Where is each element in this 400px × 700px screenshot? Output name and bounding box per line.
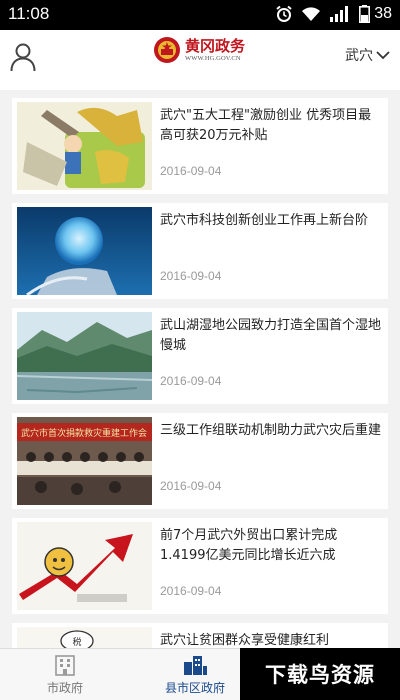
svg-text:税: 税 (72, 636, 81, 648)
status-bar: 11:08 38 (0, 0, 400, 30)
alarm-icon (276, 5, 292, 22)
wifi-icon (302, 7, 321, 21)
district-selector[interactable]: 武穴 (345, 45, 390, 65)
news-date: 2016-09-04 (160, 584, 222, 598)
status-time: 11:08 (8, 4, 50, 23)
user-profile-icon[interactable] (10, 42, 36, 72)
news-item[interactable]: 税 武穴让贫困群众享受健康红利 (12, 623, 388, 648)
news-list[interactable]: 武穴"五大工程"激励创业 优秀项目最高可获20万元补贴 2016-09-04 武… (0, 90, 400, 648)
news-title: 三级工作组联动机制助力武穴灾后重建 (160, 423, 382, 438)
city-icon (184, 656, 207, 675)
news-title: 武山湖湿地公园致力打造全国首个湿地慢城 (160, 318, 382, 353)
news-date: 2016-09-04 (160, 269, 222, 283)
news-title: 武穴让贫困群众享受健康红利 (160, 633, 330, 648)
news-title: 武穴"五大工程"激励创业 优秀项目最高可获20万元补贴 (160, 108, 372, 143)
logo-title: 黄冈政务 (185, 37, 246, 55)
app-header: 黄冈政务 WWW.HG.GOV.CN 武穴 (0, 30, 400, 90)
district-label: 武穴 (345, 48, 373, 64)
news-thumbnail-tax: 税 (17, 627, 152, 648)
national-emblem-icon (154, 37, 180, 63)
watermark-overlay: 下载鸟资源 (240, 648, 400, 700)
battery-indicator: 38 (359, 5, 392, 23)
news-thumbnail-entrepreneurship (17, 102, 152, 190)
banner-text: 武穴市首次捐款救灾重建工作会 (21, 427, 147, 439)
news-date: 2016-09-04 (160, 374, 222, 388)
app-logo: 黄冈政务 WWW.HG.GOV.CN (153, 36, 245, 64)
tab-label: 县市区政府 (164, 681, 225, 695)
news-item[interactable]: 武山湖湿地公园致力打造全国首个湿地慢城 2016-09-04 (12, 308, 388, 404)
battery-icon (359, 5, 371, 23)
news-item[interactable]: 武穴市科技创新创业工作再上新台阶 2016-09-04 (12, 203, 388, 299)
news-date: 2016-09-04 (160, 164, 222, 178)
news-date: 2016-09-04 (160, 479, 222, 493)
news-thumbnail-meeting: 武穴市首次捐款救灾重建工作会 (17, 417, 152, 505)
signal-icon (330, 6, 349, 22)
news-thumbnail-globe (17, 207, 152, 295)
news-thumbnail-growth (17, 522, 152, 610)
battery-level: 38 (374, 5, 392, 22)
news-item[interactable]: 武穴市首次捐款救灾重建工作会 三级工作组联动机制助力武穴灾后重建 2016-09… (12, 413, 388, 509)
news-item[interactable]: 武穴"五大工程"激励创业 优秀项目最高可获20万元补贴 2016-09-04 (12, 98, 388, 194)
news-thumbnail-wetland (17, 312, 152, 400)
news-item[interactable]: 前7个月武穴外贸出口累计完成1.4199亿美元同比增长近六成 2016-09-0… (12, 518, 388, 614)
building-icon (55, 655, 75, 676)
logo-url: WWW.HG.GOV.CN (185, 55, 241, 62)
news-title: 前7个月武穴外贸出口累计完成1.4199亿美元同比增长近六成 (160, 528, 338, 563)
tab-city-government[interactable]: 市政府 (0, 649, 130, 700)
status-icons: 38 (275, 5, 392, 23)
tab-label: 市政府 (46, 681, 83, 695)
news-title: 武穴市科技创新创业工作再上新台阶 (160, 213, 369, 228)
chevron-down-icon (376, 51, 390, 60)
